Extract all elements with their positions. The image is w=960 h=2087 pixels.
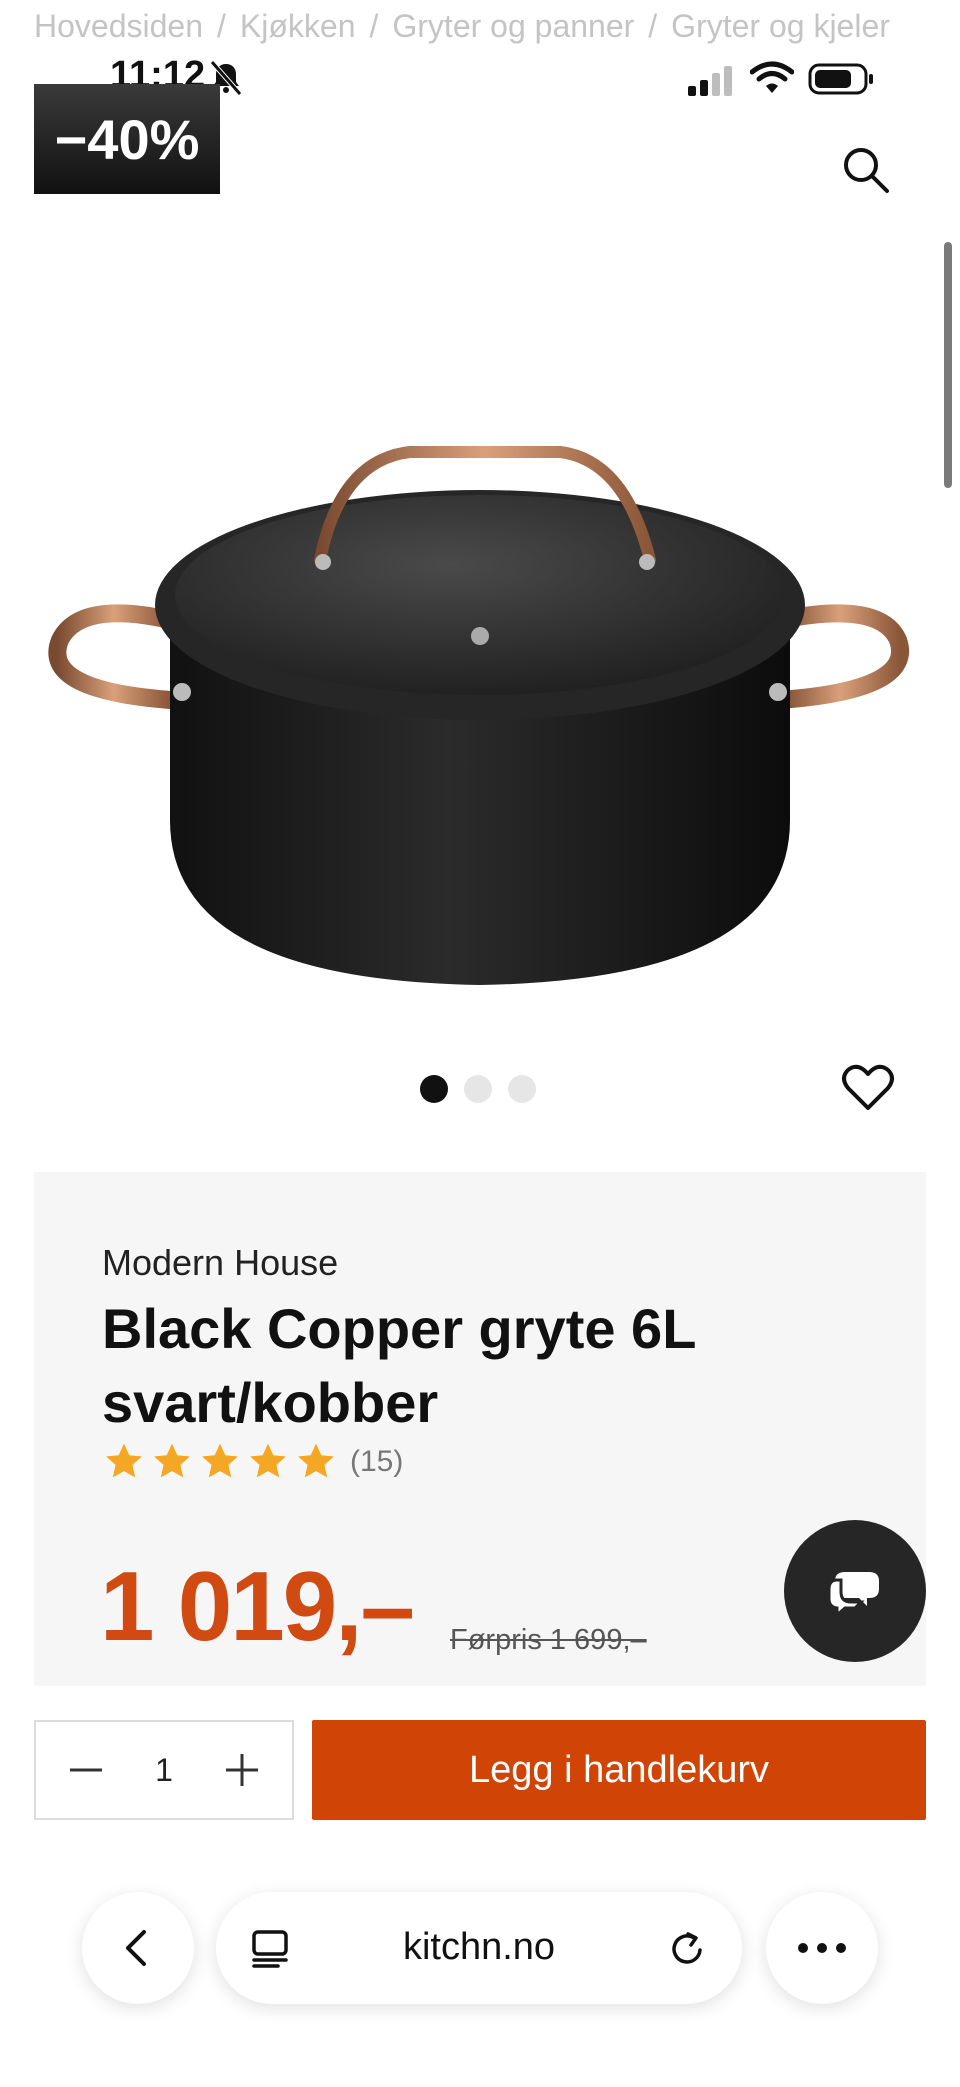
- breadcrumb: Hovedsiden / Kjøkken / Gryter og panner / G…: [34, 8, 960, 45]
- browser-toolbar: kitchn.no: [0, 1870, 960, 2020]
- breadcrumb-item[interactable]: Gryter og kjeler: [671, 8, 890, 45]
- carousel-dot-active[interactable]: [420, 1075, 448, 1103]
- breadcrumb-item[interactable]: Gryter og panner: [392, 8, 634, 45]
- chat-icon: [827, 1572, 879, 1616]
- quantity-stepper: 1: [34, 1720, 294, 1820]
- battery-icon: [808, 63, 873, 95]
- star-icon: [154, 1443, 190, 1478]
- product-brand[interactable]: Modern House: [102, 1242, 338, 1284]
- carousel-dot[interactable]: [508, 1075, 536, 1103]
- breadcrumb-item[interactable]: Kjøkken: [240, 8, 356, 45]
- breadcrumb-separator: /: [217, 8, 226, 44]
- heart-icon[interactable]: [840, 1060, 896, 1116]
- product-price: 1 019,–: [100, 1551, 415, 1661]
- back-button[interactable]: [82, 1892, 194, 2004]
- add-to-cart-button[interactable]: Legg i handlekurv: [312, 1720, 926, 1820]
- product-title: Black Copper gryte 6L svart/kobber: [102, 1297, 696, 1434]
- url-text[interactable]: kitchn.no: [216, 1926, 742, 1969]
- product-image: [48, 446, 909, 985]
- more-button[interactable]: [766, 1892, 878, 2004]
- carousel-dots: [420, 1075, 536, 1103]
- star-icon: [298, 1443, 334, 1478]
- wifi-icon: [750, 61, 794, 93]
- decrease-quantity-button[interactable]: [66, 1750, 106, 1790]
- star-icon: [250, 1443, 286, 1478]
- discount-badge: −40%: [34, 84, 220, 194]
- product-rating[interactable]: (15): [102, 1440, 403, 1484]
- review-count: (15): [350, 1445, 404, 1478]
- increase-quantity-button[interactable]: [222, 1750, 262, 1790]
- signal-icon: [688, 66, 732, 96]
- star-icon: [106, 1443, 142, 1478]
- star-icon: [202, 1443, 238, 1478]
- breadcrumb-item[interactable]: Hovedsiden: [34, 8, 203, 45]
- search-icon[interactable]: [840, 144, 892, 196]
- more-icon: [798, 1943, 846, 1953]
- reload-icon[interactable]: [666, 1928, 708, 1970]
- quantity-value[interactable]: 1: [155, 1752, 173, 1789]
- chevron-left-icon: [126, 1930, 146, 1966]
- breadcrumb-separator: /: [369, 8, 379, 44]
- product-old-price: Førpris 1 699,–: [450, 1624, 647, 1656]
- breadcrumb-separator: /: [648, 8, 658, 44]
- chat-button[interactable]: [784, 1520, 926, 1662]
- address-bar[interactable]: kitchn.no: [216, 1892, 742, 2004]
- carousel-dot[interactable]: [464, 1075, 492, 1103]
- scrollbar[interactable]: [944, 242, 952, 488]
